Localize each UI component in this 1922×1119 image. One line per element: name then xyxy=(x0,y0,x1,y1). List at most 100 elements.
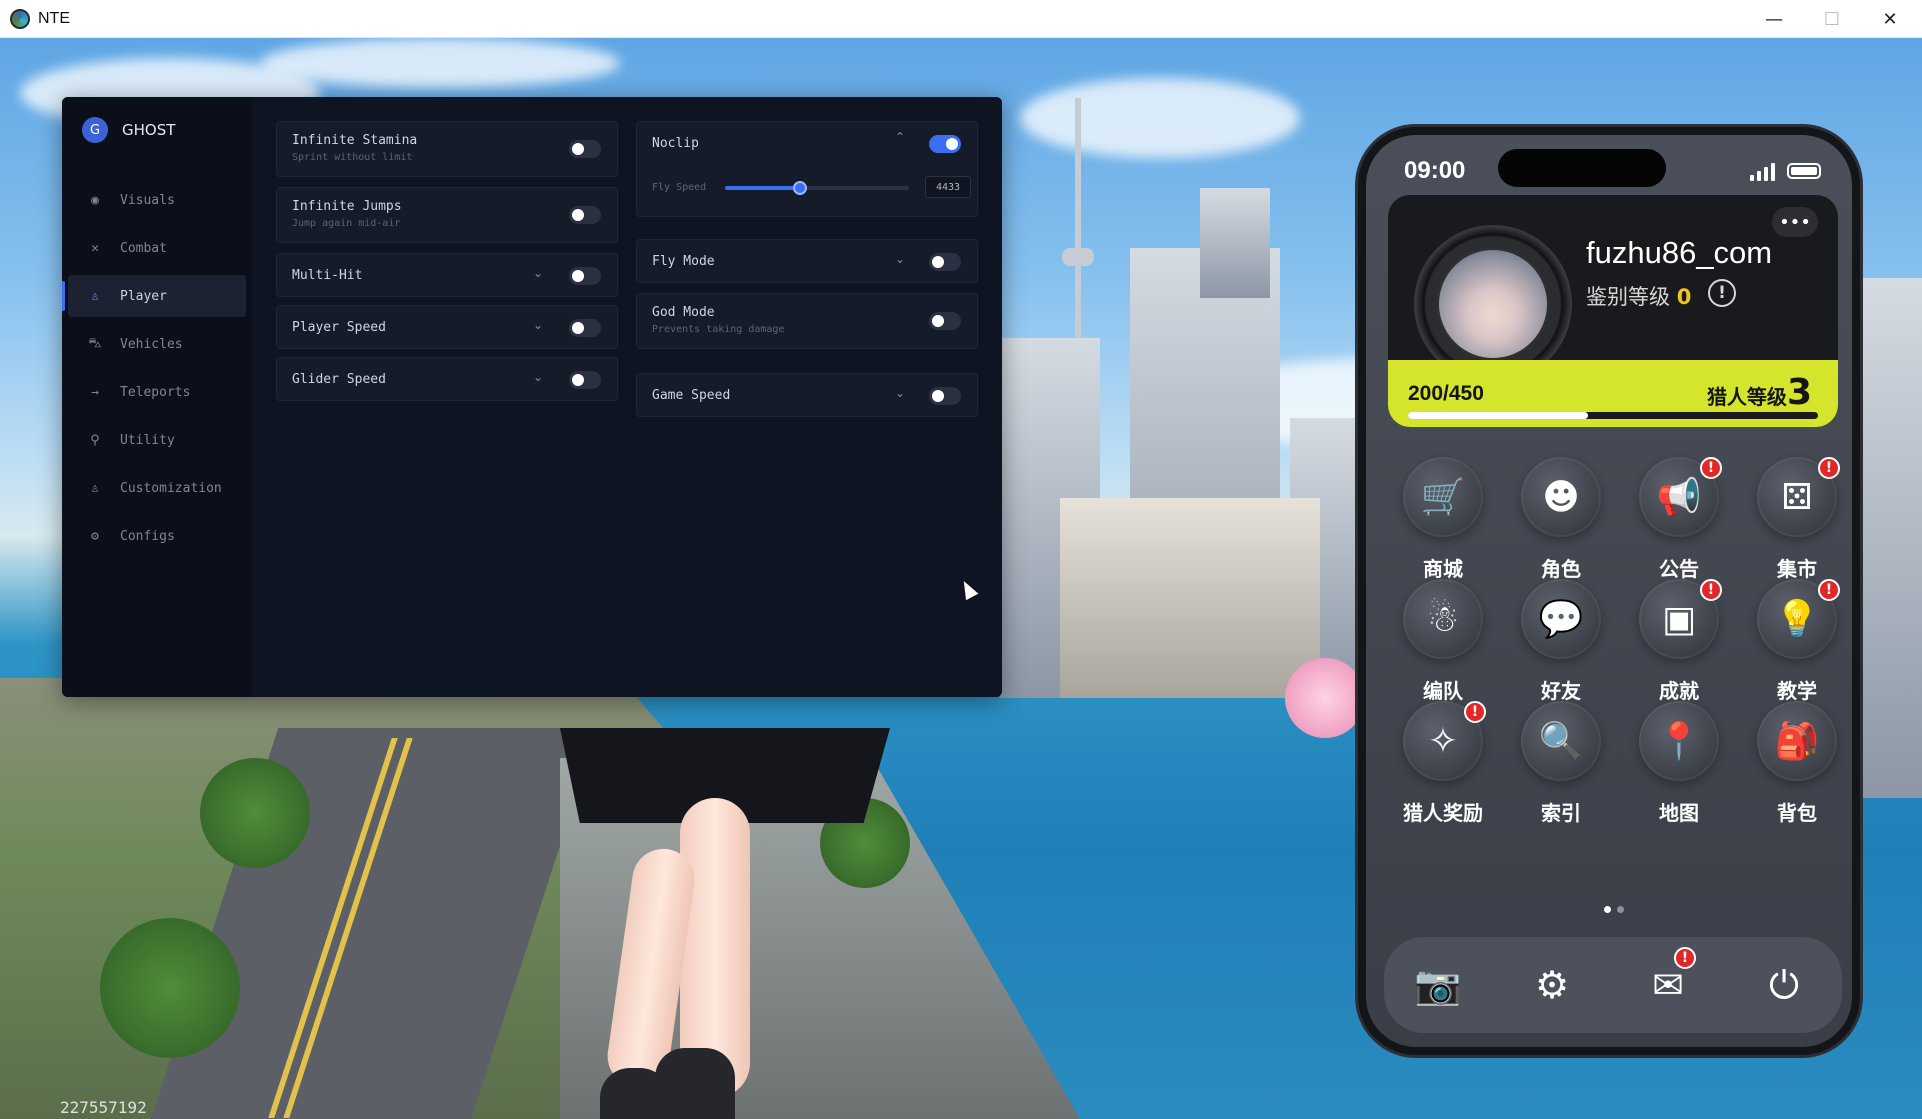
sidebar-item-combat[interactable]: ✕ Combat xyxy=(68,227,246,269)
power-icon[interactable]: ⏻ xyxy=(1754,955,1814,1015)
sidebar-item-player[interactable]: ♙ Player xyxy=(62,275,246,317)
xp-progress-text: 200/450 xyxy=(1408,382,1484,405)
close-button[interactable]: ✕ xyxy=(1861,0,1919,38)
option-title: Infinite Jumps xyxy=(292,199,402,214)
fly-speed-value[interactable]: 4433 xyxy=(925,176,971,198)
app-label: 地图 xyxy=(1659,801,1699,825)
app-label: 教学 xyxy=(1777,679,1817,703)
fly-mode-toggle[interactable] xyxy=(929,253,961,271)
gear-icon: ⚙ xyxy=(91,528,99,544)
sidebar-item-configs[interactable]: ⚙ Configs xyxy=(68,515,246,557)
sidebar-item-teleports[interactable]: → Teleports xyxy=(68,371,246,413)
signal-icon xyxy=(1750,163,1775,181)
person-outline-icon: ♙ xyxy=(91,480,99,496)
mail-icon[interactable]: ✉! xyxy=(1638,947,1698,1015)
option-title: Player Speed xyxy=(292,320,386,335)
app-lightbulb[interactable]: 💡 教学! xyxy=(1742,579,1852,709)
option-title: Noclip xyxy=(652,136,699,151)
chevron-down-icon[interactable]: ⌄ xyxy=(895,386,905,400)
avatar[interactable] xyxy=(1436,247,1550,361)
app-dice[interactable]: ⚄ 集市! xyxy=(1742,457,1852,587)
character-boot xyxy=(600,1068,670,1119)
settings-gear-icon-glyph: ⚙ xyxy=(1534,963,1570,1007)
crossed-swords-icon: ✕ xyxy=(91,240,99,256)
skyscraper-top xyxy=(1200,188,1270,298)
infinite-stamina-toggle[interactable] xyxy=(569,140,601,158)
sidebar-nav: ◉ Visuals ✕ Combat ♙ Player ⛍ Vehicles →… xyxy=(62,179,246,563)
chevron-down-icon[interactable]: ⌄ xyxy=(533,266,543,280)
settings-gear-icon[interactable]: ⚙ xyxy=(1522,955,1582,1015)
app-label: 集市 xyxy=(1777,557,1817,581)
map-pin-icon: 📍 xyxy=(1639,701,1719,781)
option-title: God Mode xyxy=(652,305,715,320)
glider-speed-toggle[interactable] xyxy=(569,371,601,389)
battery-icon xyxy=(1787,163,1821,179)
window-titlebar: NTE — ☐ ✕ xyxy=(0,0,1922,38)
person-icon: ♙ xyxy=(91,288,99,304)
infinite-jumps-toggle[interactable] xyxy=(569,206,601,224)
car-icon: ⛍ xyxy=(88,335,102,351)
xp-progress-bar xyxy=(1408,412,1818,419)
profile-card[interactable]: ••• fuzhu86_com 鉴别等级 0 ! 200/450 猎人等级3 xyxy=(1388,195,1838,427)
app-megaphone[interactable]: 📢 公告! xyxy=(1624,457,1734,587)
brand-logo-icon: G xyxy=(82,117,108,143)
player-uid: 227557192 xyxy=(60,1098,147,1117)
option-title: Game Speed xyxy=(652,388,731,403)
more-options-button[interactable]: ••• xyxy=(1772,207,1818,237)
page-dot xyxy=(1617,906,1624,913)
player-speed-toggle[interactable] xyxy=(569,319,601,337)
app-label: 商城 xyxy=(1423,557,1463,581)
player-character xyxy=(560,728,890,1119)
app-label: 成就 xyxy=(1659,679,1699,703)
info-icon[interactable]: ! xyxy=(1708,279,1736,307)
chevron-down-icon[interactable]: ⌄ xyxy=(895,252,905,266)
game-speed-toggle[interactable] xyxy=(929,387,961,405)
app-character[interactable]: ☻ 角色 xyxy=(1506,457,1616,587)
god-mode-toggle[interactable] xyxy=(929,312,961,330)
chat-bubble-icon: 💬 xyxy=(1521,579,1601,659)
camera-icon[interactable]: 📷 xyxy=(1408,955,1468,1015)
tv-tower-pod xyxy=(1062,248,1094,266)
app-chat-bubble[interactable]: 💬 好友 xyxy=(1506,579,1616,709)
sidebar-item-label: Configs xyxy=(120,528,175,544)
app-team[interactable]: ☃ 编队 xyxy=(1388,579,1498,709)
sidebar-item-vehicles[interactable]: ⛍ Vehicles xyxy=(68,323,246,365)
camera-icon-glyph: 📷 xyxy=(1414,962,1462,1007)
shopping-cart-icon: 🛒 xyxy=(1403,457,1483,537)
chevron-up-icon[interactable]: ⌃ xyxy=(895,130,905,144)
tree xyxy=(100,918,240,1058)
option-fly-mode: Fly Mode ⌄ xyxy=(636,239,978,283)
fly-speed-slider-thumb[interactable] xyxy=(793,181,808,195)
app-compass[interactable]: ✧ 猎人奖励! xyxy=(1388,701,1498,831)
xp-progress-fill xyxy=(1408,412,1589,419)
sidebar-item-visuals[interactable]: ◉ Visuals xyxy=(68,179,246,221)
phone-screen: 09:00 ••• fuzhu86_com 鉴别等级 0 ! 200/450 猎… xyxy=(1366,135,1852,1047)
minimize-button[interactable]: — xyxy=(1745,0,1803,38)
chevron-down-icon[interactable]: ⌄ xyxy=(533,318,543,332)
noclip-toggle[interactable] xyxy=(929,135,961,153)
team-icon: ☃ xyxy=(1403,579,1483,659)
app-map-pin[interactable]: 📍 地图 xyxy=(1624,701,1734,831)
brand: G GHOST xyxy=(82,117,175,143)
sidebar-item-customization[interactable]: ♙ Customization xyxy=(68,467,246,509)
multi-hit-toggle[interactable] xyxy=(569,267,601,285)
magnifier-document-icon: 🔍 xyxy=(1521,701,1601,781)
app-label: 编队 xyxy=(1423,679,1463,703)
fly-speed-slider[interactable] xyxy=(725,181,909,195)
app-magnifier-document[interactable]: 🔍 索引 xyxy=(1506,701,1616,831)
notification-badge: ! xyxy=(1818,457,1840,479)
maximize-button[interactable]: ☐ xyxy=(1803,0,1861,38)
in-game-phone: 09:00 ••• fuzhu86_com 鉴别等级 0 ! 200/450 猎… xyxy=(1358,127,1860,1055)
sidebar-item-label: Teleports xyxy=(120,384,191,400)
chevron-down-icon[interactable]: ⌄ xyxy=(533,370,543,384)
app-logo-icon xyxy=(10,8,30,29)
sidebar-item-utility[interactable]: ⚲ Utility xyxy=(68,419,246,461)
sidebar-item-label: Utility xyxy=(120,432,175,448)
app-robot[interactable]: ▣ 成就! xyxy=(1624,579,1734,709)
menu-sidebar: G GHOST ◉ Visuals ✕ Combat ♙ Player ⛍ Ve… xyxy=(62,97,252,697)
app-shopping-cart[interactable]: 🛒 商城 xyxy=(1388,457,1498,587)
app-backpack[interactable]: 🎒 背包 xyxy=(1742,701,1852,831)
notification-badge: ! xyxy=(1818,579,1840,601)
cheat-menu-panel: G GHOST ◉ Visuals ✕ Combat ♙ Player ⛍ Ve… xyxy=(62,97,1002,697)
wrench-icon: ⚲ xyxy=(90,432,100,448)
